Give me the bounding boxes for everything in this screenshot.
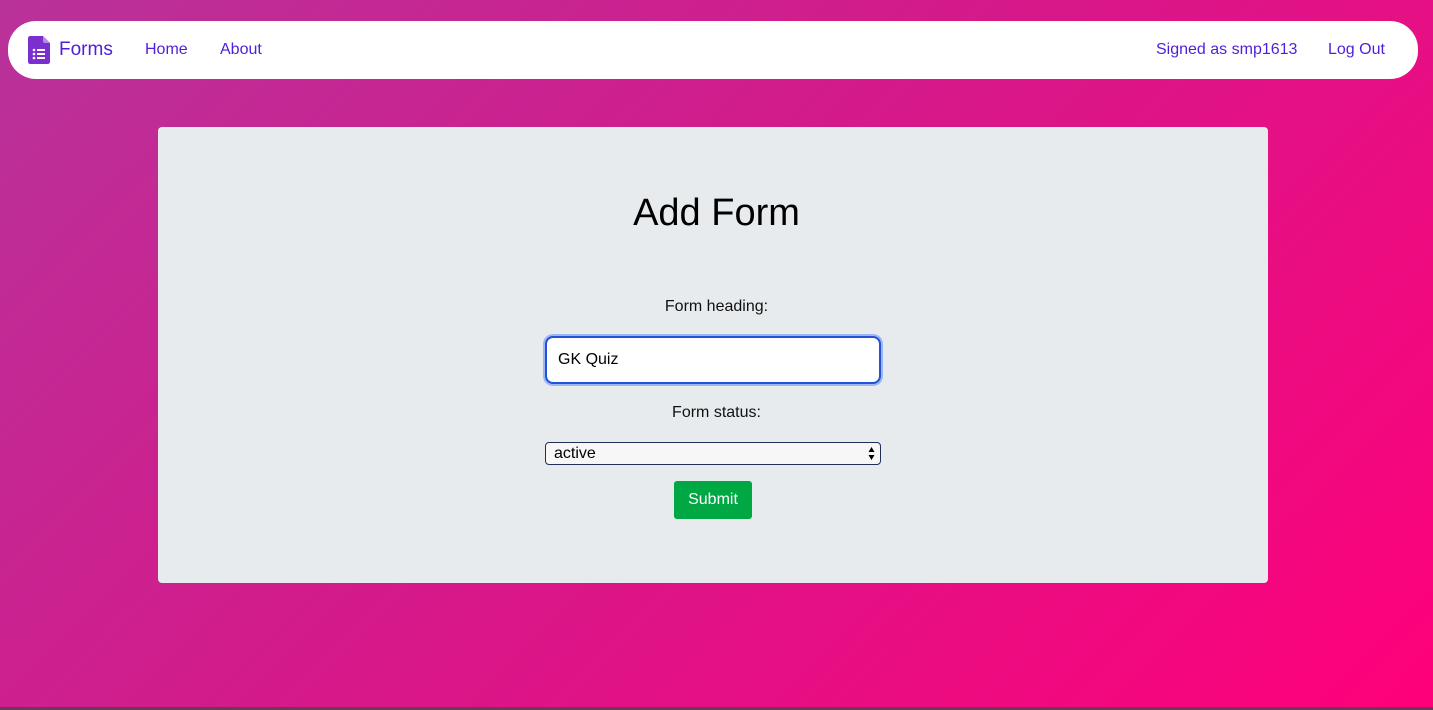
logout-link[interactable]: Log Out [1328, 21, 1385, 79]
nav-about-link[interactable]: About [220, 21, 262, 79]
form-status-label: Form status: [672, 404, 761, 421]
navbar: Forms Home About Signed as smp1613 Log O… [8, 21, 1418, 79]
page-title: Add Form [633, 192, 800, 234]
select-arrows-icon [868, 447, 875, 460]
brand-label: Forms [59, 39, 113, 60]
form-heading-input[interactable] [545, 336, 881, 384]
nav-home-link[interactable]: Home [145, 21, 188, 79]
google-forms-icon [28, 36, 50, 64]
brand-link[interactable]: Forms [28, 21, 113, 79]
form-heading-label: Form heading: [664, 298, 769, 315]
submit-button[interactable]: Submit [674, 481, 752, 519]
form-status-select[interactable]: active [545, 442, 881, 465]
signed-in-user-link[interactable]: Signed as smp1613 [1156, 21, 1297, 79]
form-status-selected-value: active [554, 444, 596, 462]
